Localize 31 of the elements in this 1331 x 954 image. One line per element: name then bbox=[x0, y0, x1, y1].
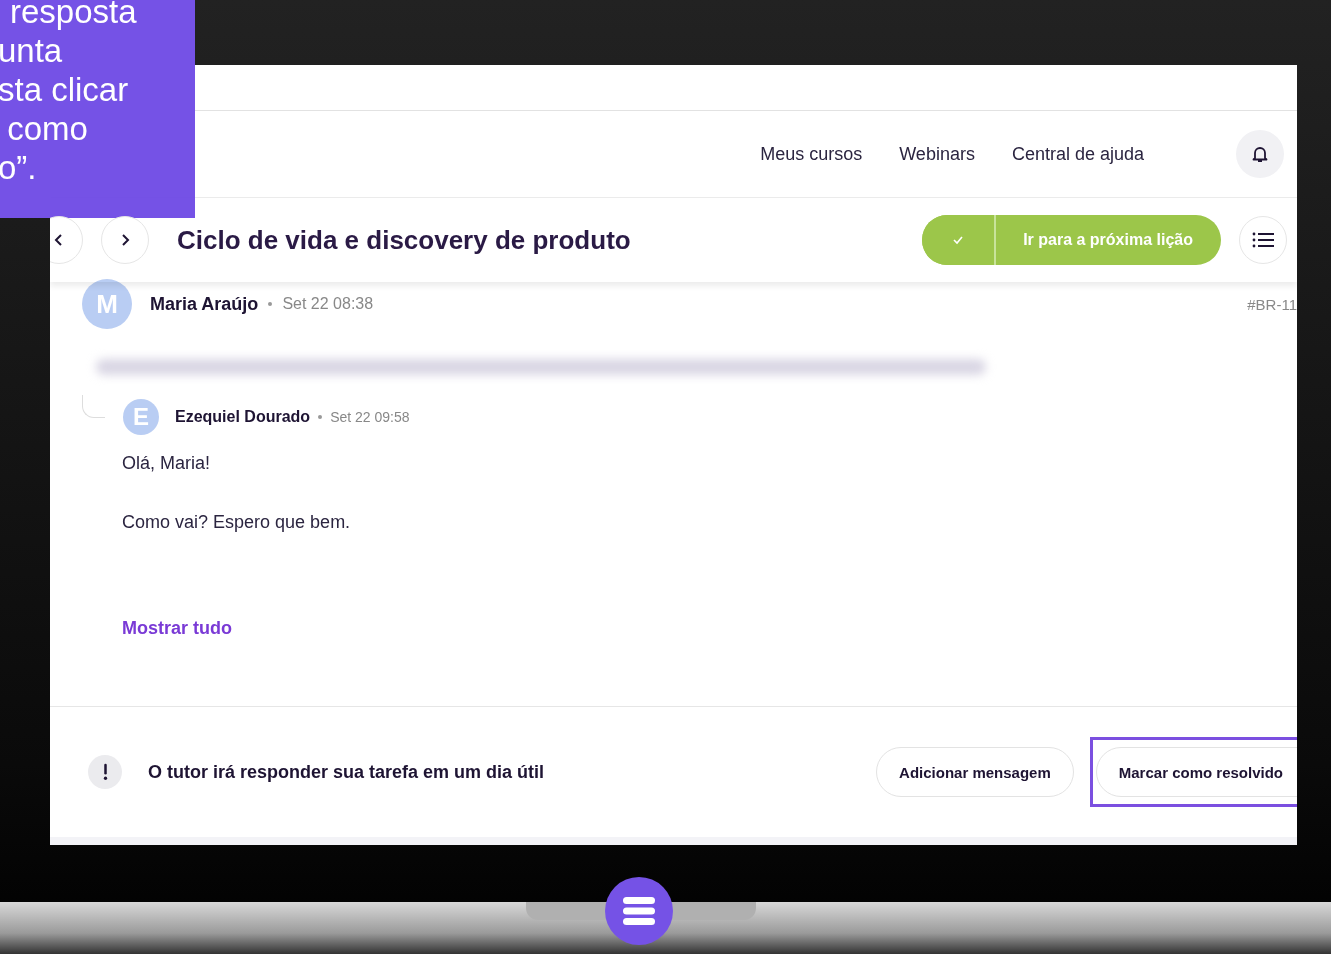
lesson-list-button[interactable] bbox=[1239, 216, 1287, 264]
caption-line: como bbox=[6, 109, 89, 148]
separator-dot bbox=[268, 302, 273, 306]
bell-icon bbox=[1250, 144, 1270, 164]
avatar: M bbox=[82, 279, 132, 329]
message-text: Olá, Maria! bbox=[122, 453, 211, 474]
separator-dot bbox=[318, 415, 323, 419]
nav-link[interactable]: Webinars bbox=[899, 143, 975, 165]
next-button[interactable] bbox=[101, 216, 149, 264]
exclamation-icon bbox=[88, 755, 122, 789]
notifications-button[interactable] bbox=[1236, 130, 1284, 178]
nav-link[interactable]: Meus cursos bbox=[760, 143, 863, 165]
complete-toggle[interactable] bbox=[922, 215, 997, 265]
comment-date: Set 22 08:38 bbox=[282, 295, 374, 313]
caption-line: unta bbox=[0, 31, 64, 70]
comment-date: Set 22 09:58 bbox=[330, 409, 410, 425]
list-icon bbox=[1252, 231, 1274, 249]
author-name: Maria Araújo bbox=[150, 293, 259, 315]
ticket-id: #BR-11 bbox=[1247, 295, 1297, 313]
message-text: Como vai? Espero que bem. bbox=[122, 512, 351, 533]
add-message-button[interactable]: Adicionar mensagem bbox=[876, 747, 1074, 797]
thread-connector bbox=[82, 394, 105, 418]
notice-text: O tutor irá responder sua tarefa em um dia útil bbox=[148, 761, 546, 783]
resolve-button[interactable]: Marcar como resolvido bbox=[1095, 747, 1297, 797]
caption-line: resposta bbox=[10, 0, 138, 31]
nav-link[interactable]: Central de ajuda bbox=[1011, 143, 1144, 165]
lesson-title: Ciclo de vida e discovery de produto bbox=[177, 224, 632, 256]
avatar: E bbox=[123, 399, 159, 435]
author-name: Ezequiel Dourado bbox=[175, 408, 311, 426]
show-all-link[interactable]: Mostrar tudo bbox=[122, 618, 232, 639]
caption-line: o”. bbox=[0, 148, 38, 187]
